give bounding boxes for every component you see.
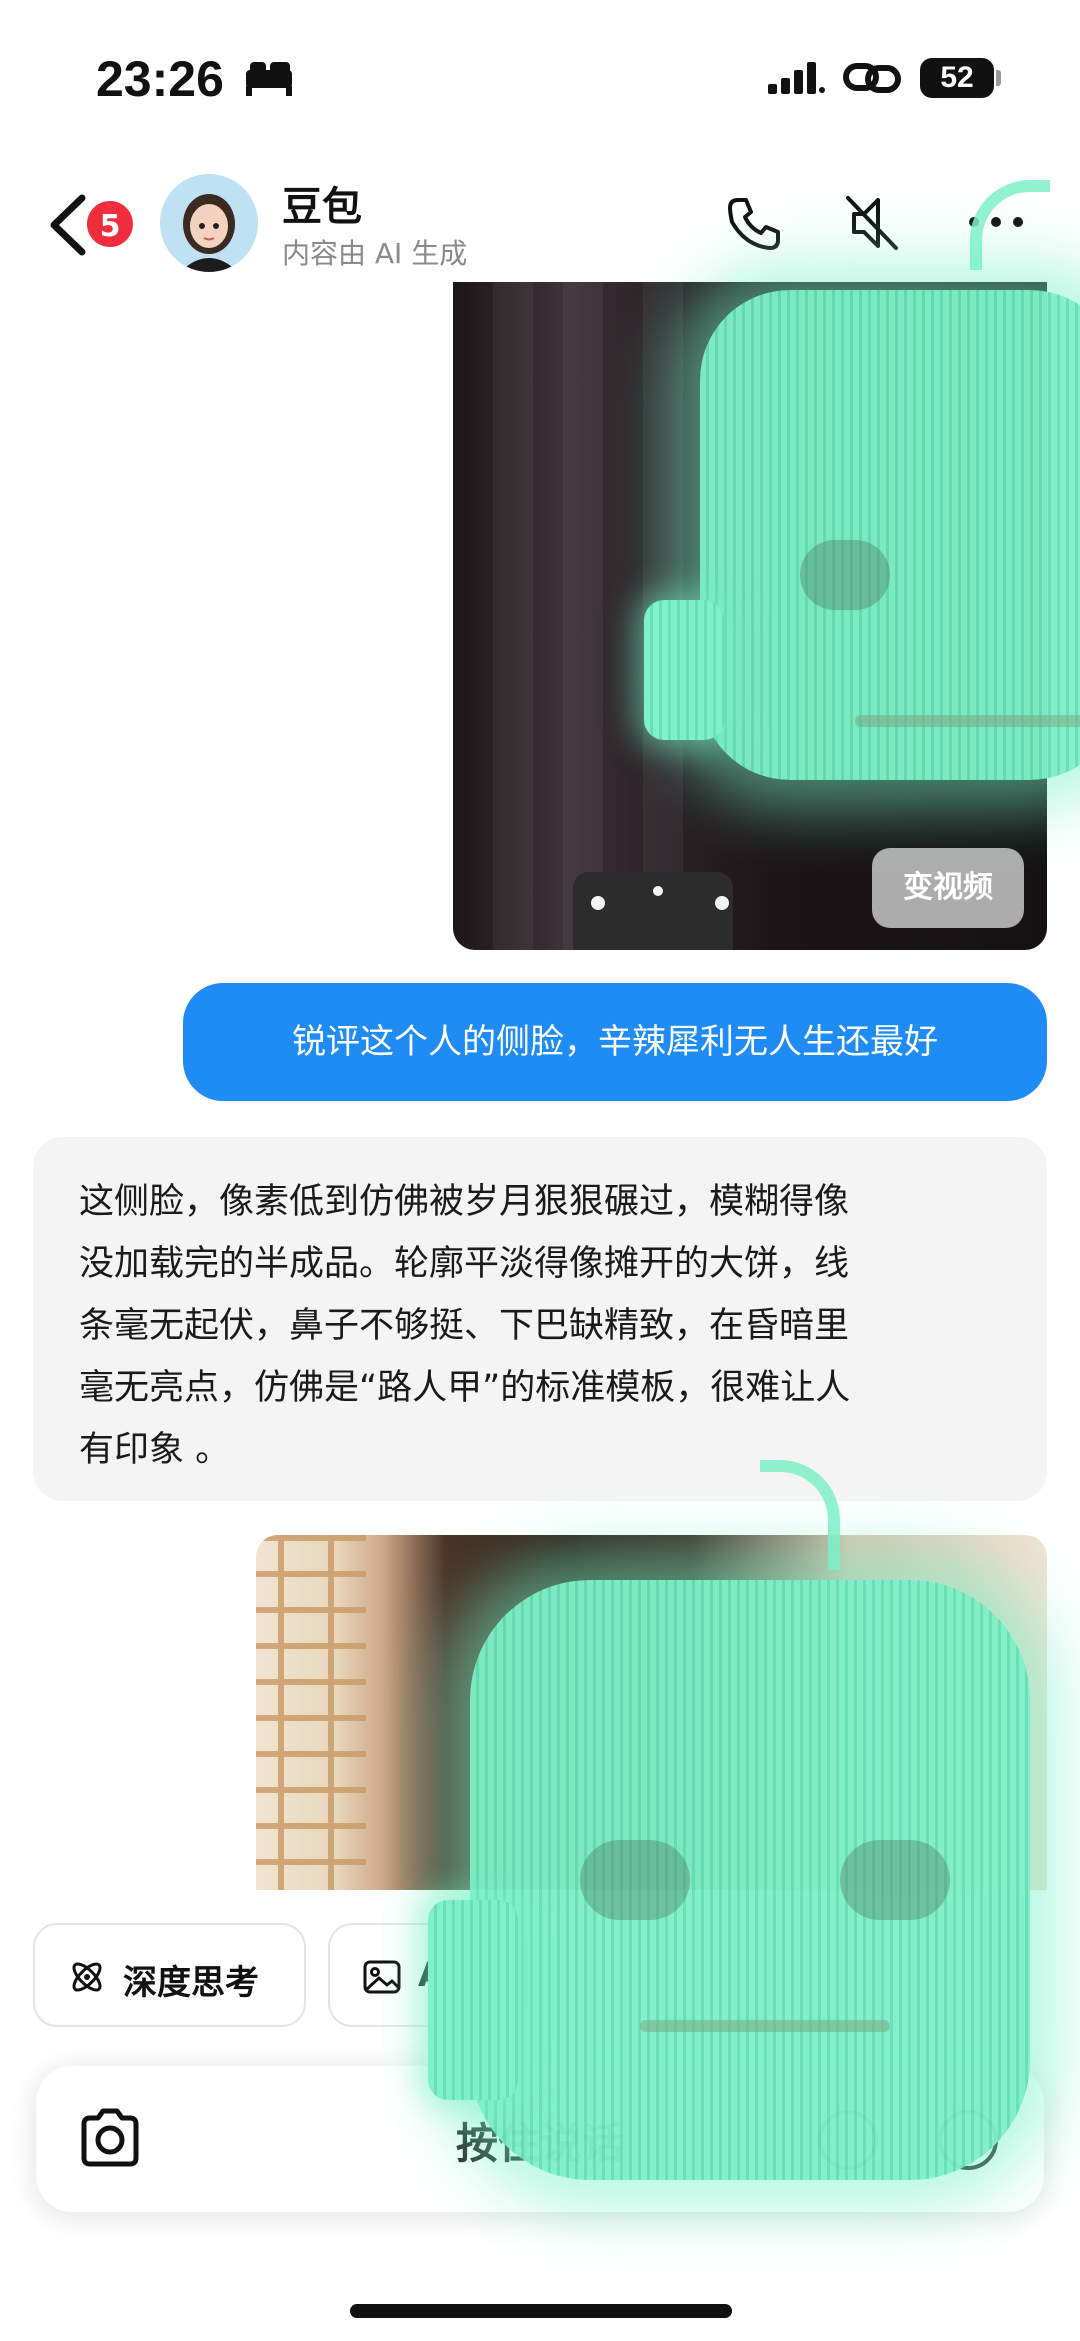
hold-to-talk-button[interactable]: 按住说话 [36,2110,1044,2171]
photo-detail [256,1535,366,1890]
add-button[interactable] [938,2110,998,2170]
ai-reply-line: 条毫无起伏，鼻子不够挺、下巴缺精致，在昏暗里 [79,1306,850,1346]
link-icon [843,63,901,93]
ai-reply-line: 这侧脸，像素低到仿佛被岁月狠狠碾过，模糊得像 [79,1182,850,1222]
ai-reply-line: 有印象 。 [79,1430,231,1470]
user-message-bubble[interactable]: 锐评这个人的侧脸，辛辣犀利无人生还最好 [183,983,1047,1101]
ai-message-bubble[interactable]: 这侧脸，像素低到仿佛被岁月狠狠碾过，模糊得像 没加载完的半成品。轮廓平淡得像摊开… [33,1137,1047,1501]
photo-detail [715,896,729,910]
ai-disclaimer: 内容由 AI 生成 [282,237,468,270]
deep-think-chip[interactable]: 深度思考 [33,1923,306,2027]
image-chip[interactable]: A [328,1923,528,2027]
photo-detail [573,872,733,950]
avatar-illustration [160,174,258,272]
atom-icon [72,1962,102,1992]
signal-icon [768,62,825,94]
mute-icon[interactable] [842,192,902,254]
to-video-button[interactable]: 变视频 [872,848,1024,928]
bed-icon [246,62,292,96]
photo-detail [653,886,663,896]
status-bar: 23:26 52 [0,0,1080,150]
phone-call-icon[interactable] [724,194,784,254]
more-icon[interactable] [966,212,1026,232]
sent-photo-2[interactable] [256,1535,1047,1890]
battery-indicator: 52 [920,58,994,98]
deep-think-label: 深度思考 [123,1963,259,2003]
status-time: 23:26 [96,51,224,107]
contact-name[interactable]: 豆包 [282,174,362,232]
image-chip-label: A [418,1955,445,1995]
input-bar: 按住说话 [36,2066,1044,2212]
photo-detail [493,282,533,950]
photo-detail [563,282,603,950]
photo-detail [591,896,605,910]
photo-detail [643,282,683,950]
emoji-button[interactable] [818,2110,878,2170]
unread-badge: 5 [84,198,136,250]
ai-reply-line: 毫无亮点，仿佛是“路人甲”的标准模板，很难让人 [79,1368,851,1408]
image-icon [363,1960,401,1994]
robot-mouth [640,2020,890,2032]
ai-reply-line: 没加载完的半成品。轮廓平淡得像摊开的大饼，线 [79,1244,850,1284]
battery-tip [996,70,1001,86]
avatar[interactable] [160,174,258,272]
chat-header: 5 豆包 内容由 AI 生成 [0,160,1080,290]
home-indicator [350,2304,732,2318]
